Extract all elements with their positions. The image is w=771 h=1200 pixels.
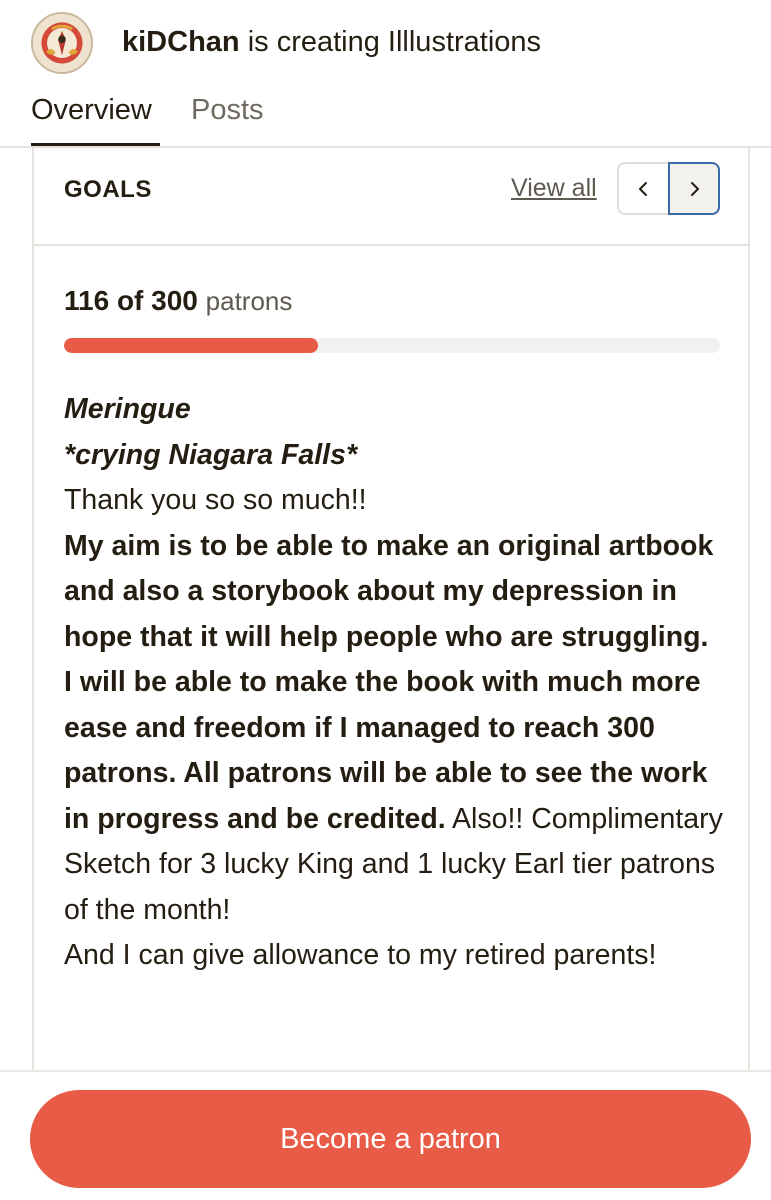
creator-name[interactable]: kiDChan — [122, 26, 240, 58]
next-goal-button[interactable] — [668, 162, 720, 215]
creating-text: is creating Illlustrations — [239, 26, 542, 58]
goal-progress-bar — [64, 338, 720, 353]
goal-progress-text: 116 of 300 patrons — [64, 284, 292, 318]
active-tab-indicator — [31, 143, 160, 146]
tab-overview[interactable]: Overview — [31, 92, 152, 128]
goal-progress-count: 116 of 300 — [64, 285, 198, 316]
creator-title: kiDChan is creating Illlustrations — [122, 24, 541, 60]
goal-thanks: Thank you so so much!! — [64, 484, 367, 516]
goal-aim-bold: My aim is to be able to make an original… — [64, 529, 714, 835]
avatar-illustration-icon — [33, 14, 91, 72]
goal-parents: And I can give allowance to my retired p… — [64, 939, 657, 971]
goal-title: Meringue — [64, 393, 191, 425]
tab-bar: Overview Posts — [0, 84, 771, 148]
goal-progress-fill — [64, 338, 318, 353]
goal-pager — [617, 162, 721, 215]
goals-card-header: GOALS View all — [34, 148, 748, 246]
goal-progress-unit: patrons — [205, 286, 293, 316]
become-patron-button[interactable]: Become a patron — [30, 1090, 751, 1188]
creator-page: kiDChan is creating Illlustrations Overv… — [0, 0, 771, 1200]
goals-card: GOALS View all 116 of 300 patrons Mering… — [32, 148, 750, 1078]
bottom-cta-bar: Become a patron — [0, 1070, 771, 1200]
goals-section-title: GOALS — [64, 176, 152, 203]
goal-aim: My aim is to be able to make an original… — [64, 524, 724, 934]
creator-header: kiDChan is creating Illlustrations — [0, 0, 771, 84]
chevron-right-icon — [691, 181, 699, 196]
chevron-left-icon — [639, 181, 647, 196]
creator-avatar[interactable] — [31, 12, 93, 74]
goal-description: Meringue *crying Niagara Falls* Thank yo… — [64, 387, 724, 979]
view-all-link[interactable]: View all — [511, 174, 597, 203]
previous-goal-button[interactable] — [617, 162, 669, 215]
goal-subtitle: *crying Niagara Falls* — [64, 438, 358, 471]
tab-posts[interactable]: Posts — [191, 92, 264, 128]
